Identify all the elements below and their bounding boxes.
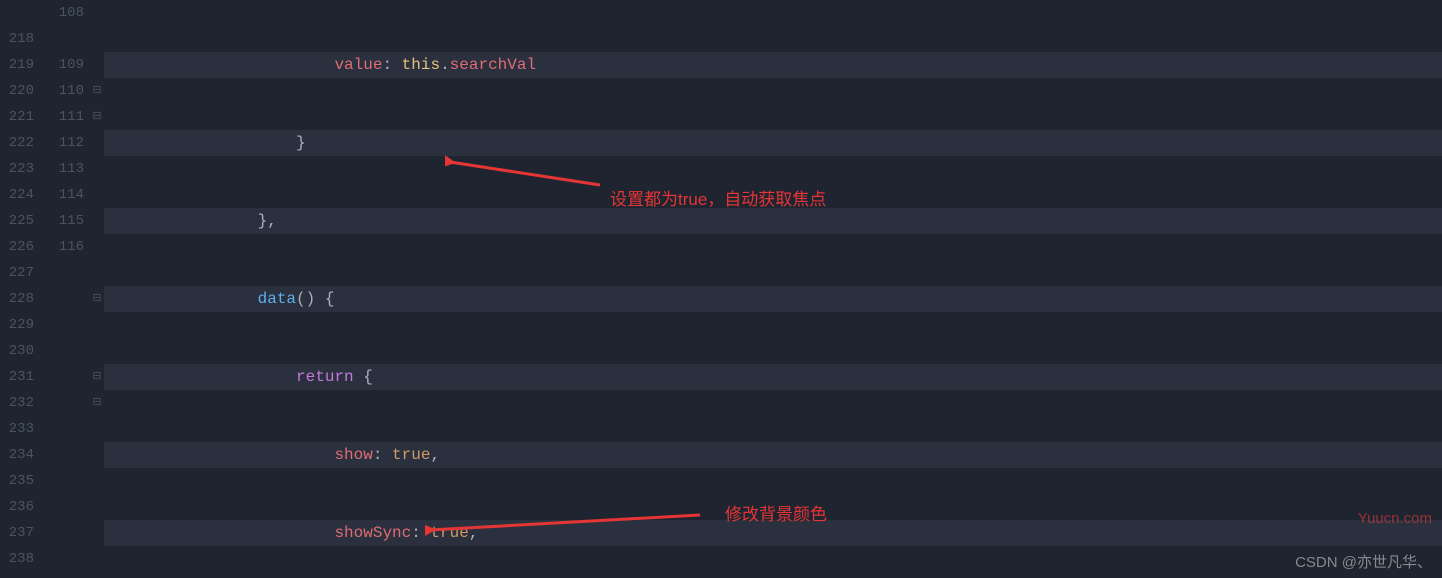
fold-mark[interactable] bbox=[90, 182, 104, 208]
outer-ln: 226 bbox=[0, 234, 34, 260]
code-line[interactable]: showSync: true, bbox=[104, 520, 1442, 546]
fold-gutter: ⊟ ⊟ ⊟ ⊟ ⊟ bbox=[90, 0, 104, 578]
fold-mark[interactable] bbox=[90, 546, 104, 572]
inner-ln bbox=[40, 546, 84, 572]
outer-ln: 231 bbox=[0, 364, 34, 390]
outer-ln: 238 bbox=[0, 546, 34, 572]
fold-mark[interactable] bbox=[90, 0, 104, 26]
fold-mark[interactable] bbox=[90, 338, 104, 364]
inner-ln bbox=[40, 260, 84, 286]
inner-ln bbox=[40, 26, 84, 52]
fold-mark[interactable] bbox=[90, 312, 104, 338]
outer-ln: 235 bbox=[0, 468, 34, 494]
fold-mark[interactable] bbox=[90, 468, 104, 494]
outer-ln: 233 bbox=[0, 416, 34, 442]
outer-ln: 239 bbox=[0, 572, 34, 578]
fold-mark[interactable] bbox=[90, 572, 104, 578]
outer-ln: 229 bbox=[0, 312, 34, 338]
fold-mark[interactable]: ⊟ bbox=[90, 364, 104, 390]
inner-ln bbox=[40, 442, 84, 468]
outer-ln bbox=[0, 0, 34, 26]
outer-ln: 224 bbox=[0, 182, 34, 208]
inner-ln: 109 bbox=[40, 52, 84, 78]
outer-ln: 218 bbox=[0, 26, 34, 52]
fold-mark[interactable]: ⊟ bbox=[90, 286, 104, 312]
outer-ln: 237 bbox=[0, 520, 34, 546]
inner-ln bbox=[40, 416, 84, 442]
outer-ln: 236 bbox=[0, 494, 34, 520]
outer-ln: 225 bbox=[0, 208, 34, 234]
fold-mark[interactable] bbox=[90, 208, 104, 234]
fold-mark[interactable]: ⊟ bbox=[90, 390, 104, 416]
inner-ln bbox=[40, 312, 84, 338]
inner-ln: 113 bbox=[40, 156, 84, 182]
code-line[interactable]: } bbox=[104, 130, 1442, 156]
fold-mark[interactable] bbox=[90, 234, 104, 260]
inner-ln: 115 bbox=[40, 208, 84, 234]
outer-ln: 219 bbox=[0, 52, 34, 78]
fold-mark[interactable] bbox=[90, 156, 104, 182]
inner-ln: 114 bbox=[40, 182, 84, 208]
fold-mark[interactable] bbox=[90, 130, 104, 156]
outer-ln: 221 bbox=[0, 104, 34, 130]
inner-gutter: 108 109 110 111 112 113 114 115 116 bbox=[40, 0, 90, 578]
inner-ln bbox=[40, 572, 84, 578]
outer-ln: 222 bbox=[0, 130, 34, 156]
fold-mark[interactable] bbox=[90, 442, 104, 468]
inner-ln: 110 bbox=[40, 78, 84, 104]
inner-ln: 112 bbox=[40, 130, 84, 156]
outer-ln: 220 bbox=[0, 78, 34, 104]
outer-ln: 227 bbox=[0, 260, 34, 286]
code-line[interactable]: data() { bbox=[104, 286, 1442, 312]
inner-ln: 111 bbox=[40, 104, 84, 130]
inner-ln bbox=[40, 494, 84, 520]
fold-mark[interactable] bbox=[90, 26, 104, 52]
code-line[interactable]: }, bbox=[104, 208, 1442, 234]
inner-ln: 108 bbox=[40, 0, 84, 26]
outer-ln: 234 bbox=[0, 442, 34, 468]
inner-ln bbox=[40, 286, 84, 312]
inner-ln bbox=[40, 468, 84, 494]
outer-gutter: 218 219 220 221 222 223 224 225 226 227 … bbox=[0, 0, 40, 578]
code-line[interactable]: value: this.searchVal bbox=[104, 52, 1442, 78]
outer-ln: 228 bbox=[0, 286, 34, 312]
fold-mark[interactable] bbox=[90, 52, 104, 78]
fold-mark[interactable] bbox=[90, 494, 104, 520]
inner-ln bbox=[40, 364, 84, 390]
fold-mark[interactable]: ⊟ bbox=[90, 104, 104, 130]
code-area[interactable]: value: this.searchVal } }, data() { retu… bbox=[104, 0, 1442, 578]
fold-mark[interactable] bbox=[90, 260, 104, 286]
code-line[interactable]: return { bbox=[104, 364, 1442, 390]
inner-ln bbox=[40, 390, 84, 416]
outer-ln: 232 bbox=[0, 390, 34, 416]
code-line[interactable]: show: true, bbox=[104, 442, 1442, 468]
fold-mark[interactable] bbox=[90, 416, 104, 442]
fold-mark[interactable] bbox=[90, 520, 104, 546]
code-editor: 218 219 220 221 222 223 224 225 226 227 … bbox=[0, 0, 1442, 578]
outer-ln: 230 bbox=[0, 338, 34, 364]
inner-ln bbox=[40, 520, 84, 546]
outer-ln: 223 bbox=[0, 156, 34, 182]
fold-mark[interactable]: ⊟ bbox=[90, 78, 104, 104]
inner-ln: 116 bbox=[40, 234, 84, 260]
inner-ln bbox=[40, 338, 84, 364]
